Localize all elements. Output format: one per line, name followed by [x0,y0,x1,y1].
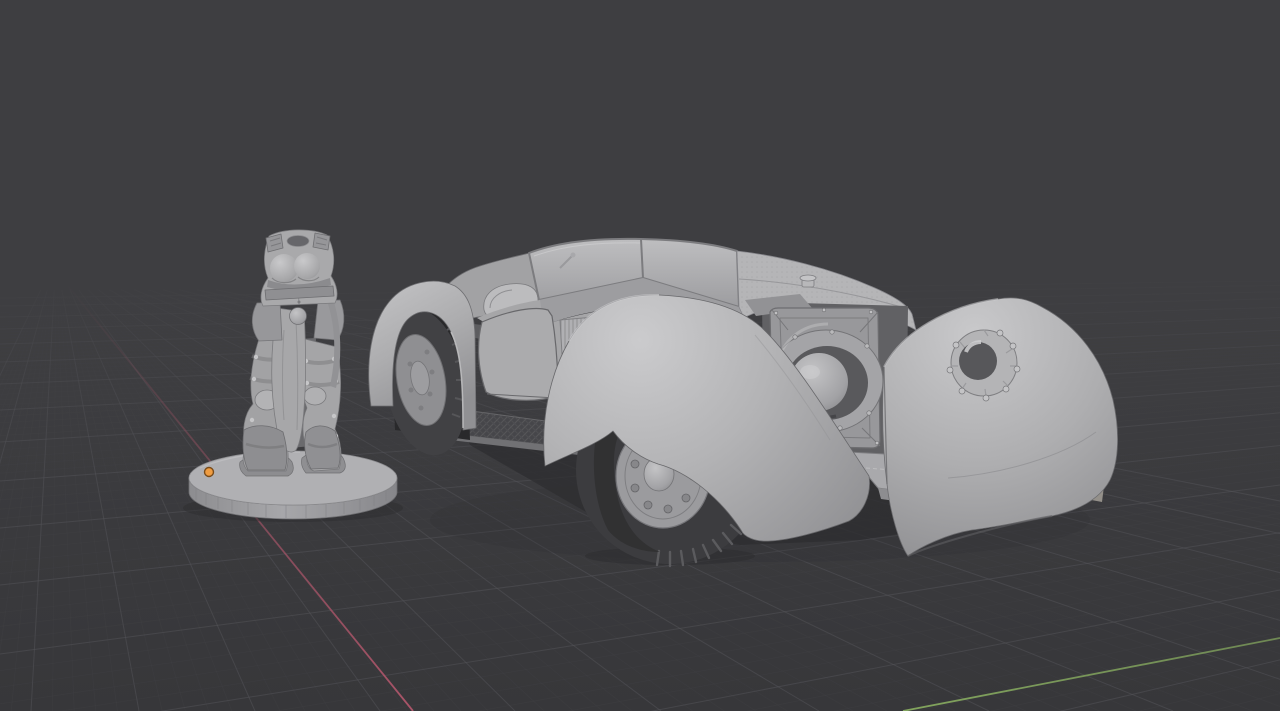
car-mirror [571,253,576,258]
figurine-navel [298,301,301,304]
car-door [479,309,558,401]
figurine-buckle [290,308,307,325]
figurine-bust [294,253,320,279]
figurine-neck-socket [287,236,309,247]
object-origin-marker[interactable] [205,468,214,477]
figurine-tasset-left [252,302,282,341]
figurine-bust [270,254,298,282]
car-radiator-cap [800,275,816,287]
car-porthole-hole [959,342,997,380]
figurine-base [189,451,397,519]
viewport-3d[interactable] [0,0,1280,711]
figurine-strap-right [313,233,330,250]
viewport-canvas[interactable] [0,0,1280,711]
figurine-knee-right [304,387,326,405]
